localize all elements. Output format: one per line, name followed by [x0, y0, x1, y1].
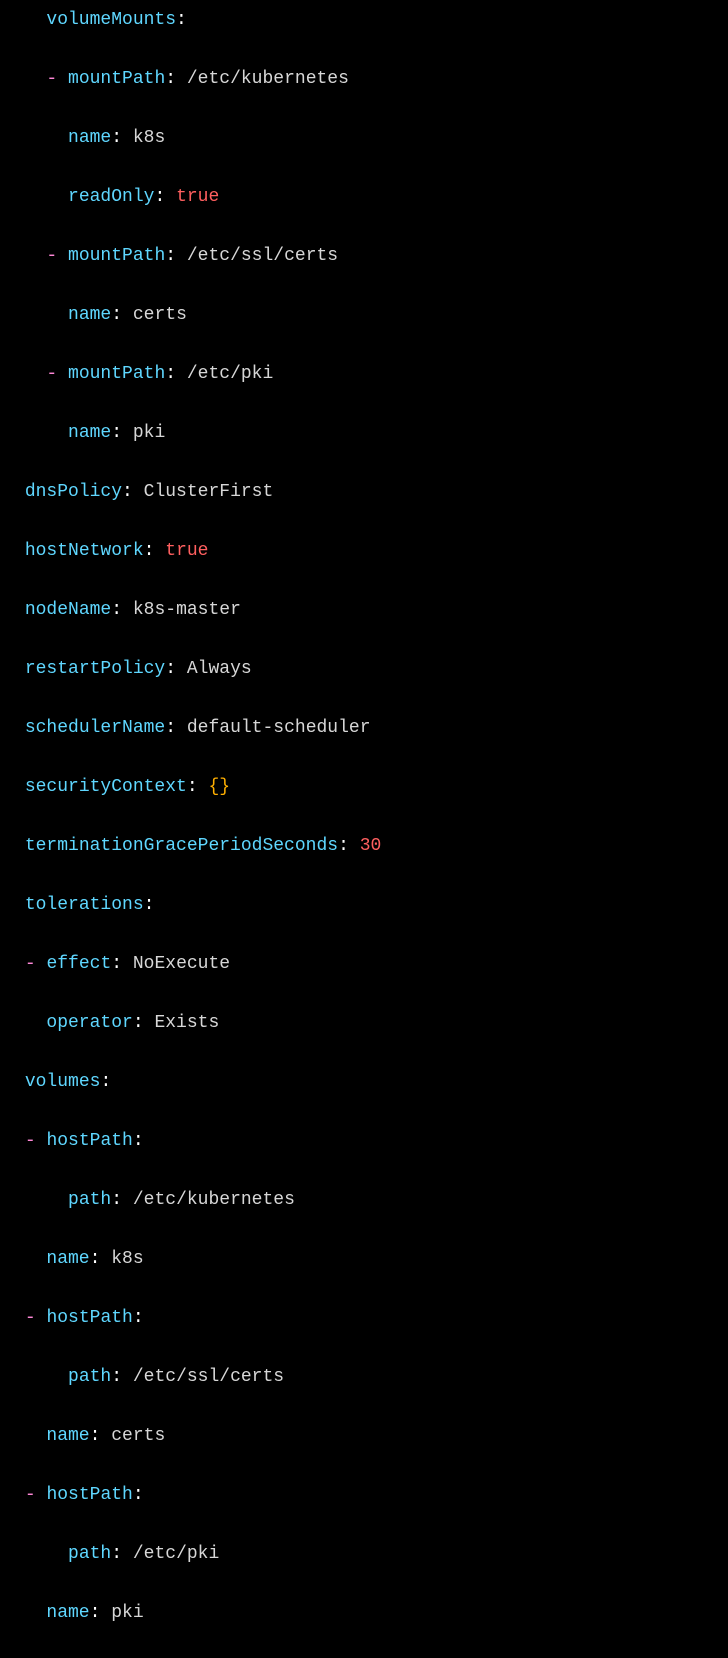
line-tol0-effect: - effect: NoExecute — [14, 950, 728, 980]
line-volumes: volumes: — [14, 1068, 728, 1098]
line-nodeName: nodeName: k8s-master — [14, 596, 728, 626]
line-vol2-path: path: /etc/pki — [14, 1540, 728, 1570]
line-volumeMounts: volumeMounts: — [14, 6, 728, 36]
line-vm0-name: name: k8s — [14, 124, 728, 154]
line-vm1-mountPath: - mountPath: /etc/ssl/certs — [14, 242, 728, 272]
line-tol0-operator: operator: Exists — [14, 1009, 728, 1039]
yaml-code-block: volumeMounts: - mountPath: /etc/kubernet… — [14, 6, 728, 1658]
line-dnsPolicy: dnsPolicy: ClusterFirst — [14, 478, 728, 508]
line-vol0-name: name: k8s — [14, 1245, 728, 1275]
line-vol1-name: name: certs — [14, 1422, 728, 1452]
line-vol0-path: path: /etc/kubernetes — [14, 1186, 728, 1216]
line-terminationGracePeriodSeconds: terminationGracePeriodSeconds: 30 — [14, 832, 728, 862]
line-vm0-readOnly: readOnly: true — [14, 183, 728, 213]
line-vm0-mountPath: - mountPath: /etc/kubernetes — [14, 65, 728, 95]
line-vol0-hostPath: - hostPath: — [14, 1127, 728, 1157]
line-vol2-hostPath: - hostPath: — [14, 1481, 728, 1511]
line-vol1-path: path: /etc/ssl/certs — [14, 1363, 728, 1393]
line-tolerations: tolerations: — [14, 891, 728, 921]
line-securityContext: securityContext: {} — [14, 773, 728, 803]
line-restartPolicy: restartPolicy: Always — [14, 655, 728, 685]
line-vm1-name: name: certs — [14, 301, 728, 331]
line-vol1-hostPath: - hostPath: — [14, 1304, 728, 1334]
line-vm2-name: name: pki — [14, 419, 728, 449]
line-hostNetwork: hostNetwork: true — [14, 537, 728, 567]
line-schedulerName: schedulerName: default-scheduler — [14, 714, 728, 744]
line-vol2-name: name: pki — [14, 1599, 728, 1629]
line-vm2-mountPath: - mountPath: /etc/pki — [14, 360, 728, 390]
